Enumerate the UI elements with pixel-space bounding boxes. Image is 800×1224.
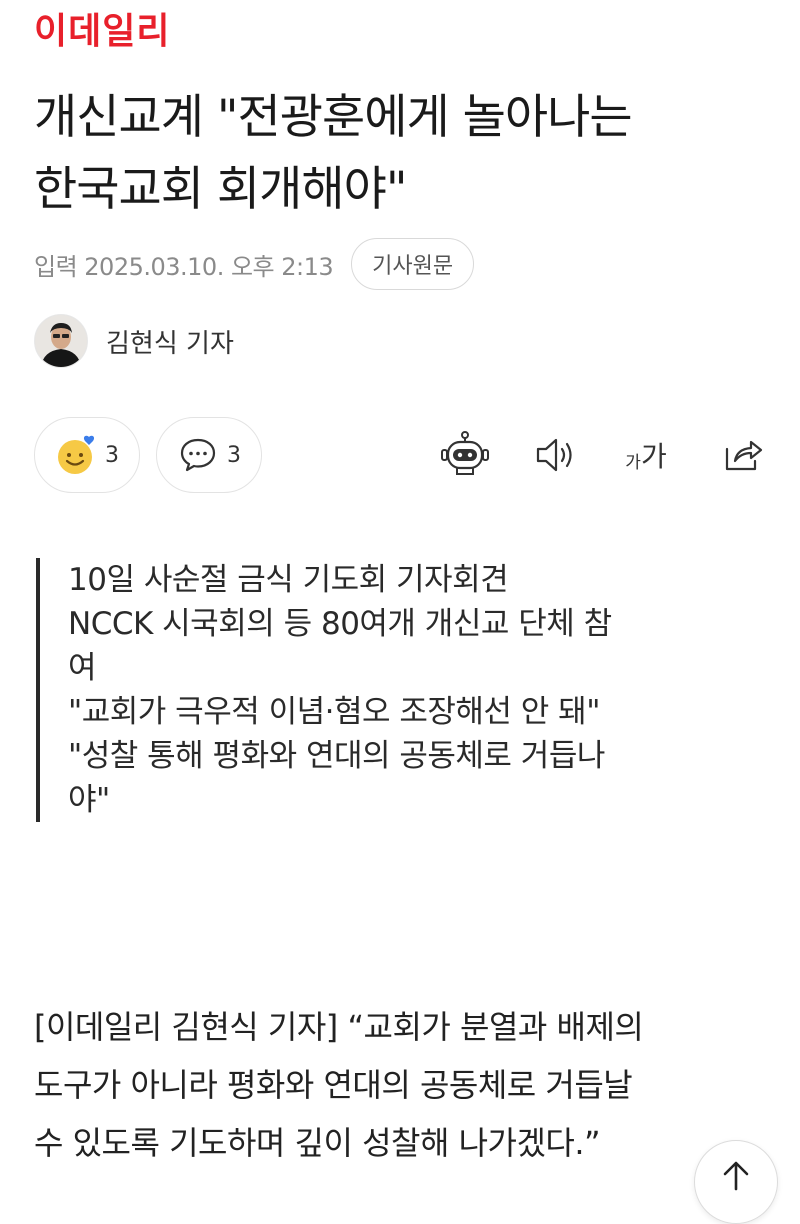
font-size-icon: 가 가 <box>625 435 666 475</box>
brand-logo[interactable]: 이데일리 <box>34 2 170 54</box>
tts-button[interactable] <box>528 428 582 482</box>
font-size-small-label: 가 <box>625 453 641 473</box>
summary-line: 여 <box>68 650 97 686</box>
summary-line: "교회가 극우적 이념·혐오 조장해선 안 돼" <box>68 694 600 730</box>
arrow-up-icon <box>721 1159 751 1191</box>
share-button[interactable] <box>716 428 770 482</box>
body-line: [이데일리 김현식 기자] “교회가 분열과 배제의 <box>34 1008 644 1046</box>
speech-bubble-icon <box>179 437 217 473</box>
author-name: 김현식 기자 <box>106 328 234 359</box>
headline-line-1: 개신교계 "전광훈에게 놀아나는 <box>34 90 633 145</box>
article-meta: 입력 2025.03.10. 오후 2:13 기사원문 <box>34 238 475 290</box>
summary-line: 10일 사순절 금식 기도회 기자회견 <box>68 562 509 598</box>
font-size-button[interactable]: 가 가 <box>618 428 674 482</box>
article-headline: 개신교계 "전광훈에게 놀아나는 한국교회 회개해야" <box>34 82 774 226</box>
original-article-label: 기사원문 <box>372 254 454 279</box>
body-line: 수 있도록 기도하며 깊이 성찰해 나가겠다.” <box>34 1124 601 1162</box>
author-avatar <box>34 314 88 368</box>
article-body: [이데일리 김현식 기자] “교회가 분열과 배제의 도구가 아니라 평화와 연… <box>34 998 770 1172</box>
reaction-button[interactable]: 3 <box>34 417 140 493</box>
summary-bot-button[interactable] <box>438 428 492 482</box>
share-icon <box>721 435 765 475</box>
scroll-to-top-button[interactable] <box>694 1140 778 1224</box>
summary-line: "성찰 통해 평화와 연대의 공동체로 거듭나 <box>68 738 605 774</box>
summary-line: 야" <box>68 782 110 818</box>
article-summary: 10일 사순절 금식 기도회 기자회견 NCCK 시국회의 등 80여개 개신교… <box>36 558 736 822</box>
font-size-large-label: 가 <box>640 440 667 473</box>
summary-line: NCCK 시국회의 등 80여개 개신교 단체 참 <box>68 606 612 642</box>
author-row[interactable]: 김현식 기자 <box>34 313 234 369</box>
comment-button[interactable]: 3 <box>156 417 262 493</box>
published-date: 입력 2025.03.10. 오후 2:13 <box>34 252 334 281</box>
smile-heart-icon <box>55 433 99 477</box>
body-line: 도구가 아니라 평화와 연대의 공동체로 거듭날 <box>34 1066 633 1104</box>
reaction-count: 3 <box>105 442 119 468</box>
original-article-button[interactable]: 기사원문 <box>351 238 475 290</box>
comment-count: 3 <box>227 442 241 468</box>
headline-line-2: 한국교회 회개해야" <box>34 162 407 217</box>
speaker-icon <box>532 435 578 475</box>
robot-icon <box>439 429 491 481</box>
